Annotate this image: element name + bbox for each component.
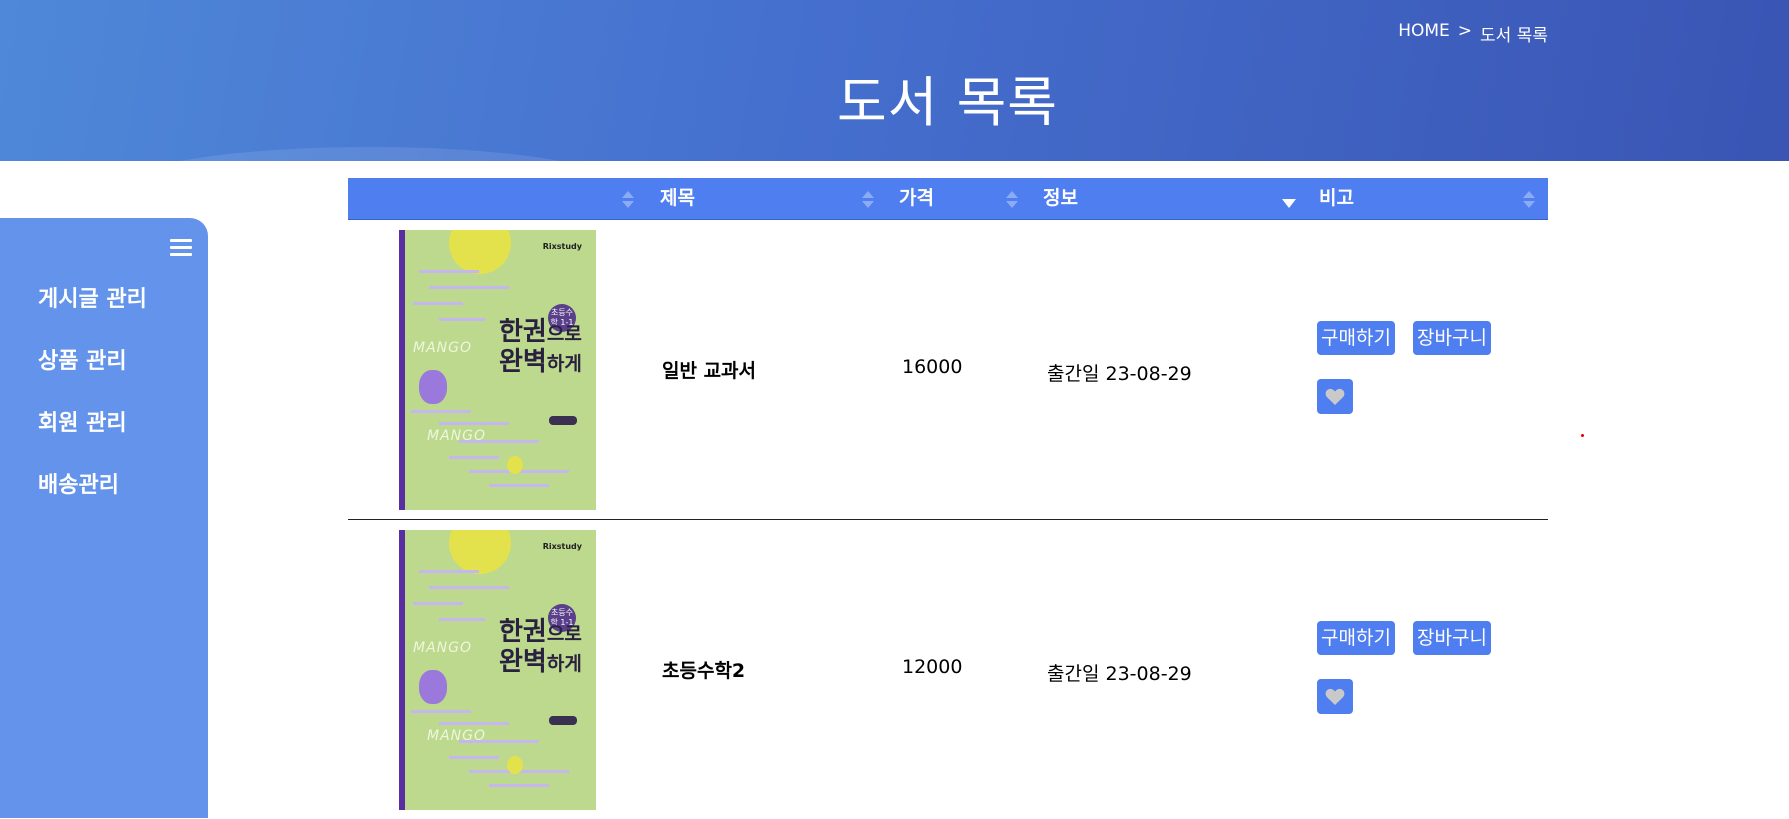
buy-button[interactable]: 구매하기 [1317, 621, 1395, 655]
breadcrumb-home-link[interactable]: HOME [1398, 21, 1450, 46]
cover-mango-text: MANGO [413, 340, 472, 356]
book-title: 일반 교과서 [662, 360, 757, 382]
breadcrumb-separator: > [1457, 21, 1473, 41]
cover-title: 한권으로 완벽하게 [499, 317, 582, 377]
book-table: 제목 가격 정보 비고 Rixstudy 초등수학 1-1 MANGO MANG… [348, 178, 1548, 819]
book-cover-image[interactable]: Rixstudy 초등수학 1-1 MANGO MANGO 한권으로 완벽하게 [399, 530, 596, 810]
table-row: Rixstudy 초등수학 1-1 MANGO MANGO 한권으로 완벽하게 … [348, 220, 1548, 520]
column-header-price[interactable]: 가격 [899, 178, 934, 219]
page-title: 도서 목록 [837, 71, 1058, 134]
sidebar-item-delivery[interactable]: 배송관리 [38, 472, 147, 534]
cover-brand: Rixstudy [542, 542, 582, 551]
book-info: 출간일 23-08-29 [1047, 663, 1192, 685]
sidebar-nav: 게시글 관리 상품 관리 회원 관리 배송관리 [38, 286, 147, 534]
sort-icon-image[interactable] [622, 191, 634, 209]
page-header: HOME > 도서 목록 도서 목록 [0, 0, 1789, 161]
book-info: 출간일 23-08-29 [1047, 363, 1192, 385]
cover-mango-text: MANGO [427, 428, 486, 444]
sidebar-item-posts[interactable]: 게시글 관리 [38, 286, 147, 348]
book-title: 초등수학2 [662, 660, 746, 682]
heart-icon [1325, 388, 1345, 405]
sort-icon-title[interactable] [862, 191, 874, 209]
add-to-cart-button[interactable]: 장바구니 [1413, 321, 1491, 355]
cover-mango-text: MANGO [427, 728, 486, 744]
sidebar-item-members[interactable]: 회원 관리 [38, 410, 147, 472]
column-header-note[interactable]: 비고 [1319, 178, 1354, 219]
cover-mango-text: MANGO [413, 640, 472, 656]
sort-descending-icon[interactable] [1282, 191, 1296, 209]
book-cover-image[interactable]: Rixstudy 초등수학 1-1 MANGO MANGO 한권으로 완벽하게 [399, 230, 596, 510]
buy-button[interactable]: 구매하기 [1317, 321, 1395, 355]
breadcrumb: HOME > 도서 목록 [1398, 21, 1548, 46]
table-row: Rixstudy 초등수학 1-1 MANGO MANGO 한권으로 완벽하게 … [348, 520, 1548, 819]
stray-dot [1581, 434, 1584, 437]
like-button[interactable] [1317, 679, 1353, 714]
table-header: 제목 가격 정보 비고 [348, 178, 1548, 220]
sort-icon-note[interactable] [1523, 191, 1535, 209]
sort-icon-price[interactable] [1006, 191, 1018, 209]
sidebar: 게시글 관리 상품 관리 회원 관리 배송관리 [0, 218, 208, 818]
add-to-cart-button[interactable]: 장바구니 [1413, 621, 1491, 655]
sidebar-item-products[interactable]: 상품 관리 [38, 348, 147, 410]
cover-brand: Rixstudy [542, 242, 582, 251]
breadcrumb-current: 도서 목록 [1480, 26, 1548, 46]
heart-icon [1325, 688, 1345, 705]
like-button[interactable] [1317, 379, 1353, 414]
hamburger-icon[interactable] [170, 239, 192, 257]
book-price: 12000 [902, 656, 963, 678]
cover-title: 한권으로 완벽하게 [499, 617, 582, 677]
column-header-info[interactable]: 정보 [1043, 178, 1078, 219]
header-wave-decoration [120, 147, 620, 161]
book-price: 16000 [902, 356, 963, 378]
column-header-title[interactable]: 제목 [660, 178, 695, 219]
